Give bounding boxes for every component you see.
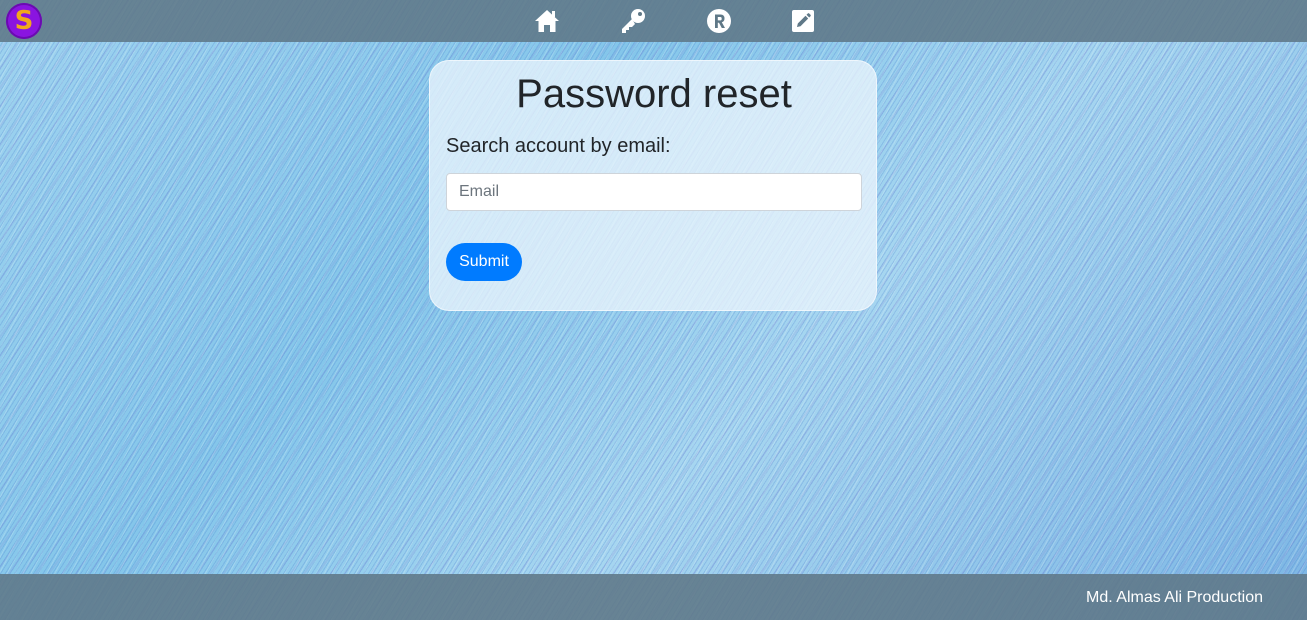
- registered-icon[interactable]: [705, 7, 733, 35]
- password-reset-card: Password reset Search account by email: …: [429, 60, 877, 311]
- logo-letter: S: [14, 6, 34, 36]
- submit-button[interactable]: Submit: [446, 243, 522, 281]
- key-icon[interactable]: [619, 7, 647, 35]
- edit-icon[interactable]: [789, 7, 817, 35]
- page-title: Password reset: [516, 72, 792, 116]
- search-label: Search account by email:: [446, 135, 671, 157]
- logo[interactable]: S: [6, 3, 42, 39]
- home-icon[interactable]: [533, 7, 561, 35]
- email-input[interactable]: [446, 173, 862, 211]
- footer-credit: Md. Almas Ali Production: [1086, 589, 1263, 606]
- footer: Md. Almas Ali Production: [0, 574, 1307, 620]
- top-navbar: S: [0, 0, 1307, 42]
